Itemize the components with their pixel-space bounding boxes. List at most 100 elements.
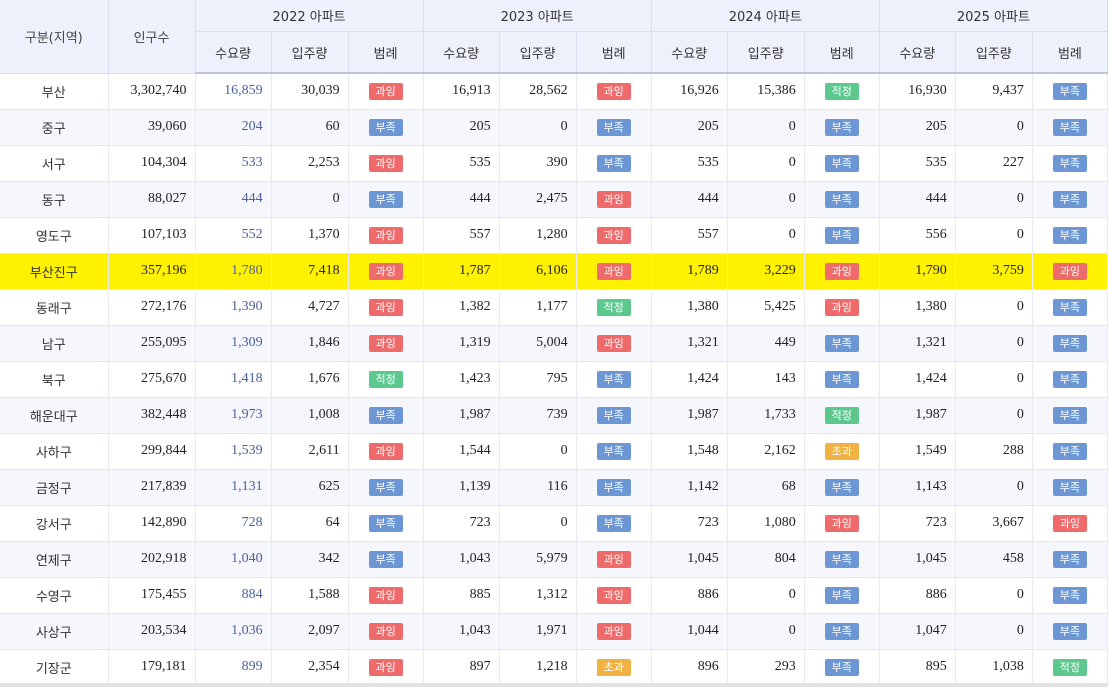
legend-cell: 과잉 xyxy=(348,289,424,326)
header-population[interactable]: 인구수 xyxy=(108,0,196,74)
status-badge: 부족 xyxy=(1052,226,1087,244)
legend-cell: 부족 xyxy=(576,469,652,506)
header-supply[interactable]: 입주량 xyxy=(271,31,349,74)
header-supply[interactable]: 입주량 xyxy=(727,31,805,74)
table-row[interactable]: 서구 104,304 533 2,253 과잉 535 390 부족 535 0 부족 535 227 부… xyxy=(0,145,1108,182)
population-cell: 175,455 xyxy=(108,577,196,614)
legend-cell: 부족 xyxy=(1032,541,1108,578)
population-cell: 142,890 xyxy=(108,505,196,542)
supply-cell: 3,667 xyxy=(955,505,1033,542)
status-badge: 과잉 xyxy=(368,82,403,100)
legend-cell: 부족 xyxy=(576,505,652,542)
demand-cell: 1,382 xyxy=(423,289,500,326)
table-body: 부산 3,302,740 16,859 30,039 과잉 16,913 28,562 과잉 1… xyxy=(0,73,1108,686)
table-row[interactable]: 남구 255,095 1,309 1,846 과잉 1,319 5,004 과잉 1,321 44… xyxy=(0,325,1108,362)
legend-cell: 과잉 xyxy=(804,505,880,542)
legend-cell: 부족 xyxy=(804,469,880,506)
demand-cell: 205 xyxy=(879,109,956,146)
header-demand[interactable]: 수요량 xyxy=(423,31,500,74)
status-badge: 과잉 xyxy=(368,586,403,604)
demand-cell: 16,913 xyxy=(423,73,500,110)
region-cell: 수영구 xyxy=(0,577,109,614)
demand-cell: 899 xyxy=(195,649,272,686)
header-demand[interactable]: 수요량 xyxy=(195,31,272,74)
header-legend[interactable]: 범례 xyxy=(576,31,652,74)
table-row[interactable]: 기장군 179,181 899 2,354 과잉 897 1,218 초과 896 293 부족 89… xyxy=(0,649,1108,686)
table-row[interactable]: 북구 275,670 1,418 1,676 적정 1,423 795 부족 1,424 143 부… xyxy=(0,361,1108,398)
supply-cell: 0 xyxy=(727,577,805,614)
table-row[interactable]: 연제구 202,918 1,040 342 부족 1,043 5,979 과잉 1,045 804… xyxy=(0,541,1108,578)
status-badge: 과잉 xyxy=(368,298,403,316)
table-row[interactable]: 사하구 299,844 1,539 2,611 과잉 1,544 0 부족 1,548 2,162… xyxy=(0,433,1108,470)
demand-cell: 1,987 xyxy=(423,397,500,434)
demand-cell: 16,859 xyxy=(195,73,272,110)
header-legend[interactable]: 범례 xyxy=(1032,31,1108,74)
demand-cell: 1,309 xyxy=(195,325,272,362)
header-region[interactable]: 구분(지역) xyxy=(0,0,109,74)
legend-cell: 부족 xyxy=(1032,289,1108,326)
status-badge: 부족 xyxy=(824,586,859,604)
supply-cell: 0 xyxy=(499,109,577,146)
demand-cell: 204 xyxy=(195,109,272,146)
header-supply[interactable]: 입주량 xyxy=(499,31,577,74)
status-badge: 부족 xyxy=(368,514,403,532)
supply-cell: 293 xyxy=(727,649,805,686)
population-cell: 382,448 xyxy=(108,397,196,434)
header-demand[interactable]: 수요량 xyxy=(651,31,728,74)
supply-cell: 0 xyxy=(499,505,577,542)
legend-cell: 과잉 xyxy=(348,217,424,254)
table-row[interactable]: 해운대구 382,448 1,973 1,008 부족 1,987 739 부족 1,987 1,… xyxy=(0,397,1108,434)
demand-cell: 1,423 xyxy=(423,361,500,398)
region-cell: 북구 xyxy=(0,361,109,398)
table-row[interactable]: 동래구 272,176 1,390 4,727 과잉 1,382 1,177 적정 1,380 5… xyxy=(0,289,1108,326)
header-year-2022[interactable]: 2022 아파트 xyxy=(195,0,424,32)
demand-cell: 897 xyxy=(423,649,500,686)
table-row[interactable]: 강서구 142,890 728 64 부족 723 0 부족 723 1,080 과잉 723 3,66… xyxy=(0,505,1108,542)
header-supply[interactable]: 입주량 xyxy=(955,31,1033,74)
table-row[interactable]: 동구 88,027 444 0 부족 444 2,475 과잉 444 0 부족 444 0 부족 xyxy=(0,181,1108,218)
supply-cell: 0 xyxy=(499,433,577,470)
header-legend[interactable]: 범례 xyxy=(804,31,880,74)
legend-cell: 과잉 xyxy=(576,73,652,110)
demand-cell: 444 xyxy=(651,181,728,218)
demand-cell: 1,043 xyxy=(423,613,500,650)
header-legend[interactable]: 범례 xyxy=(348,31,424,74)
table-row[interactable]: 부산 3,302,740 16,859 30,039 과잉 16,913 28,562 과잉 1… xyxy=(0,73,1108,110)
status-badge: 부족 xyxy=(1052,154,1087,172)
legend-cell: 부족 xyxy=(804,145,880,182)
status-badge: 부족 xyxy=(824,190,859,208)
supply-cell: 116 xyxy=(499,469,577,506)
supply-cell: 625 xyxy=(271,469,349,506)
table-row[interactable]: 중구 39,060 204 60 부족 205 0 부족 205 0 부족 205 0 부족 xyxy=(0,109,1108,146)
region-cell: 금정구 xyxy=(0,469,109,506)
legend-cell: 과잉 xyxy=(348,73,424,110)
demand-cell: 895 xyxy=(879,649,956,686)
header-demand[interactable]: 수요량 xyxy=(879,31,956,74)
demand-cell: 556 xyxy=(879,217,956,254)
demand-cell: 16,930 xyxy=(879,73,956,110)
supply-cell: 2,354 xyxy=(271,649,349,686)
demand-cell: 723 xyxy=(879,505,956,542)
table-row[interactable]: 영도구 107,103 552 1,370 과잉 557 1,280 과잉 557 0 부족 556 0… xyxy=(0,217,1108,254)
status-badge: 과잉 xyxy=(824,262,859,280)
table-row[interactable]: 부산진구 357,196 1,780 7,418 과잉 1,787 6,106 과잉 1,789… xyxy=(0,253,1108,290)
table-row[interactable]: 수영구 175,455 884 1,588 과잉 885 1,312 과잉 886 0 부족 886 0… xyxy=(0,577,1108,614)
table-row[interactable]: 금정구 217,839 1,131 625 부족 1,139 116 부족 1,142 68 부족 1… xyxy=(0,469,1108,506)
header-year-2023[interactable]: 2023 아파트 xyxy=(423,0,652,32)
status-badge: 과잉 xyxy=(596,190,631,208)
demand-cell: 1,424 xyxy=(879,361,956,398)
supply-cell: 458 xyxy=(955,541,1033,578)
supply-cell: 0 xyxy=(727,613,805,650)
header-year-2025[interactable]: 2025 아파트 xyxy=(879,0,1108,32)
status-badge: 부족 xyxy=(824,370,859,388)
legend-cell: 과잉 xyxy=(348,145,424,182)
supply-cell: 3,229 xyxy=(727,253,805,290)
table-row[interactable]: 사상구 203,534 1,036 2,097 과잉 1,043 1,971 과잉 1,044 0… xyxy=(0,613,1108,650)
demand-cell: 728 xyxy=(195,505,272,542)
supply-cell: 0 xyxy=(955,217,1033,254)
supply-cell: 1,080 xyxy=(727,505,805,542)
status-badge: 부족 xyxy=(1052,550,1087,568)
supply-cell: 0 xyxy=(727,109,805,146)
apartment-supply-table: 구분(지역) 인구수 2022 아파트 2023 아파트 2024 아파트 20… xyxy=(0,0,1108,686)
header-year-2024[interactable]: 2024 아파트 xyxy=(651,0,880,32)
